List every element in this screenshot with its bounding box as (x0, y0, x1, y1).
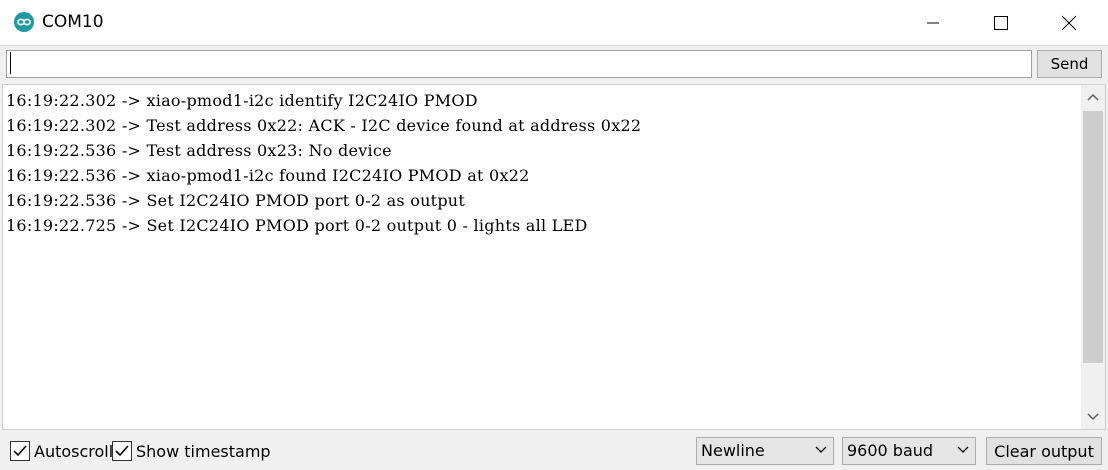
serial-input[interactable] (6, 50, 1032, 78)
chevron-down-icon (815, 446, 827, 453)
clear-output-button[interactable]: Clear output (986, 437, 1102, 465)
title-bar: COM10 (0, 0, 1108, 46)
window-title: COM10 (42, 12, 104, 32)
show-timestamp-label[interactable]: Show timestamp (136, 442, 271, 461)
checkmark-icon (13, 445, 27, 457)
arduino-icon (14, 12, 34, 32)
output-lines: 16:19:22.302 -> xiao-pmod1-i2c identify … (6, 88, 1078, 238)
send-toolbar: Send (0, 46, 1108, 82)
baud-rate-value: 9600 baud (847, 441, 934, 460)
autoscroll-label[interactable]: Autoscroll (34, 442, 113, 461)
baud-rate-select[interactable]: 9600 baud (842, 437, 976, 465)
output-line: 16:19:22.725 -> Set I2C24IO PMOD port 0-… (6, 216, 588, 235)
output-line: 16:19:22.536 -> Test address 0x23: No de… (6, 141, 392, 160)
scroll-up-button[interactable] (1081, 85, 1105, 109)
output-line: 16:19:22.536 -> Set I2C24IO PMOD port 0-… (6, 191, 466, 210)
minimize-button[interactable] (910, 0, 956, 46)
output-line: 16:19:22.302 -> Test address 0x22: ACK -… (6, 116, 642, 135)
vertical-scrollbar[interactable] (1081, 85, 1105, 429)
scroll-thumb[interactable] (1083, 111, 1103, 363)
autoscroll-checkbox[interactable] (10, 441, 30, 461)
chevron-down-icon (957, 446, 969, 453)
serial-output[interactable]: 16:19:22.302 -> xiao-pmod1-i2c identify … (2, 84, 1106, 430)
output-line: 16:19:22.302 -> xiao-pmod1-i2c identify … (6, 91, 478, 110)
chevron-down-icon (1087, 413, 1099, 421)
checkmark-icon (115, 445, 129, 457)
show-timestamp-checkbox[interactable] (112, 441, 132, 461)
close-icon (1061, 15, 1077, 31)
maximize-button[interactable] (978, 0, 1024, 46)
line-ending-value: Newline (701, 441, 765, 460)
status-bar: Autoscroll Show timestamp Newline 9600 b… (0, 432, 1108, 470)
maximize-icon (994, 16, 1008, 30)
send-button[interactable]: Send (1037, 50, 1102, 78)
close-button[interactable] (1046, 0, 1092, 46)
output-line: 16:19:22.536 -> xiao-pmod1-i2c found I2C… (6, 166, 530, 185)
chevron-up-icon (1087, 93, 1099, 101)
text-caret (10, 52, 11, 74)
line-ending-select[interactable]: Newline (696, 437, 834, 465)
scroll-down-button[interactable] (1081, 405, 1105, 429)
minimize-icon (927, 22, 939, 24)
